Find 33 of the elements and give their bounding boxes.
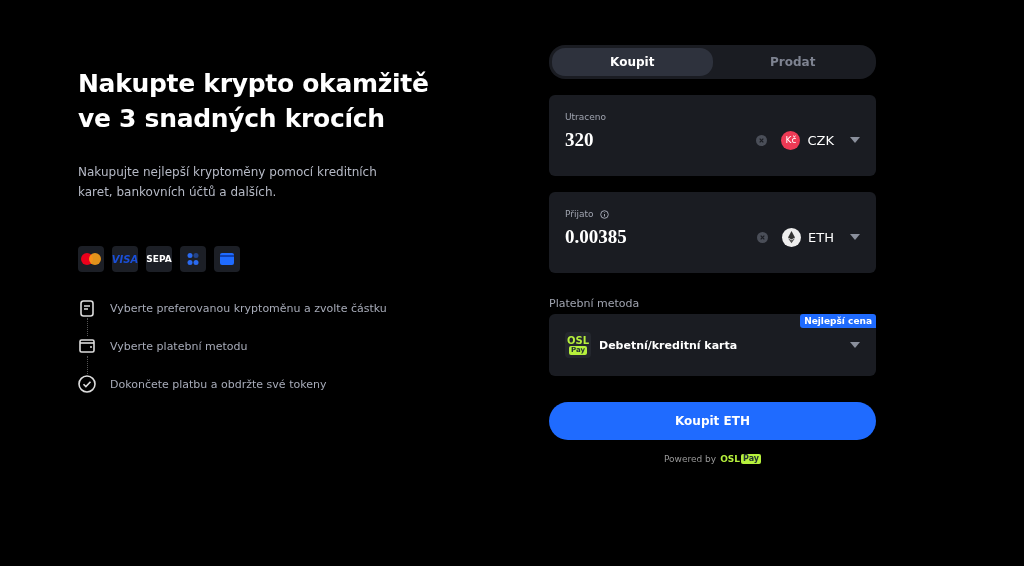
mastercard-icon — [81, 253, 101, 265]
amount-input[interactable]: 320 — [565, 129, 757, 151]
page-heading: Nakupte krypto okamžitě ve 3 snadných krocích — [78, 68, 430, 135]
wallet-icon — [220, 253, 234, 265]
osl-pay-logo: OSL Pay — [720, 454, 762, 464]
caret-icon[interactable] — [850, 234, 860, 240]
info-icon — [599, 209, 609, 219]
page-description: Nakupujte nejlepší kryptoměny pomocí kreditních karet, bankovních účtů a dalších. — [78, 164, 378, 201]
powered-by-text: Powered by — [663, 454, 717, 464]
caret-icon[interactable] — [850, 137, 860, 143]
wallet-icon — [79, 339, 95, 353]
step-text: Dokončete platbu a obdržte své tokeny — [110, 377, 327, 391]
dots-icon — [186, 252, 200, 266]
tab[interactable]: Koupit — [552, 48, 713, 76]
section-label: Platební metoda — [549, 297, 641, 310]
buy-button[interactable]: Koupit ETH — [549, 402, 876, 440]
currency-badge: Kč — [781, 130, 801, 150]
payment-method-name: Debetní/kreditní karta — [599, 338, 739, 352]
sepa-logo: SEPA — [146, 254, 172, 264]
currency-name[interactable]: ETH — [808, 229, 834, 245]
currency-name[interactable]: CZK — [807, 132, 834, 148]
step-text: Vyberte platební metodu — [110, 339, 248, 353]
check-circle-icon — [78, 375, 96, 393]
field-label: Přijato — [565, 209, 594, 219]
document-icon — [80, 299, 94, 317]
ethereum-icon — [782, 227, 802, 247]
best-price-badge: Nejlepší cena — [800, 314, 876, 328]
field-label: Utraceno — [565, 112, 607, 122]
caret-icon[interactable] — [850, 342, 860, 348]
amount-input[interactable]: 0.00385 — [565, 226, 758, 248]
visa-logo: VISA — [111, 253, 139, 265]
step-text: Vyberte preferovanou kryptoměnu a zvolte částku — [110, 301, 387, 315]
tab[interactable]: Prodat — [712, 48, 873, 76]
